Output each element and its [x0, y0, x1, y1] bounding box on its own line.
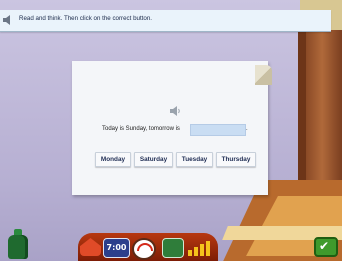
instruction-bar: Read and think. Then click on the correc…	[0, 10, 331, 32]
bottle-icon[interactable]	[8, 235, 28, 259]
level-bar	[206, 241, 210, 256]
choice-button-thursday[interactable]: Thursday	[216, 152, 256, 167]
instruction-text: Read and think. Then click on the correc…	[19, 15, 152, 22]
choice-button-tuesday[interactable]: Tuesday	[176, 152, 213, 167]
answer-blank	[190, 124, 246, 136]
sentence-end: .	[246, 126, 248, 132]
speaker-icon[interactable]	[2, 14, 14, 26]
clock-icon[interactable]: 7:00	[103, 238, 130, 258]
exercise-sentence: Today is Sunday, tomorrow is	[102, 126, 180, 132]
check-button[interactable]: ✔	[314, 237, 338, 257]
activity-scene: Read and think. Then click on the correc…	[0, 0, 342, 261]
level-bar	[188, 250, 192, 256]
level-bars-icon[interactable]	[188, 238, 218, 256]
choice-button-monday[interactable]: Monday	[95, 152, 131, 167]
gauge-icon[interactable]	[132, 238, 156, 260]
choice-button-saturday[interactable]: Saturday	[134, 152, 173, 167]
level-bar	[194, 247, 198, 256]
level-bar	[200, 244, 204, 256]
book-icon[interactable]	[162, 238, 184, 258]
card-curl	[255, 65, 272, 85]
checkmark-icon: ✔	[319, 239, 330, 253]
speaker-icon[interactable]	[169, 106, 181, 116]
clock-text: 7:00	[106, 243, 127, 252]
